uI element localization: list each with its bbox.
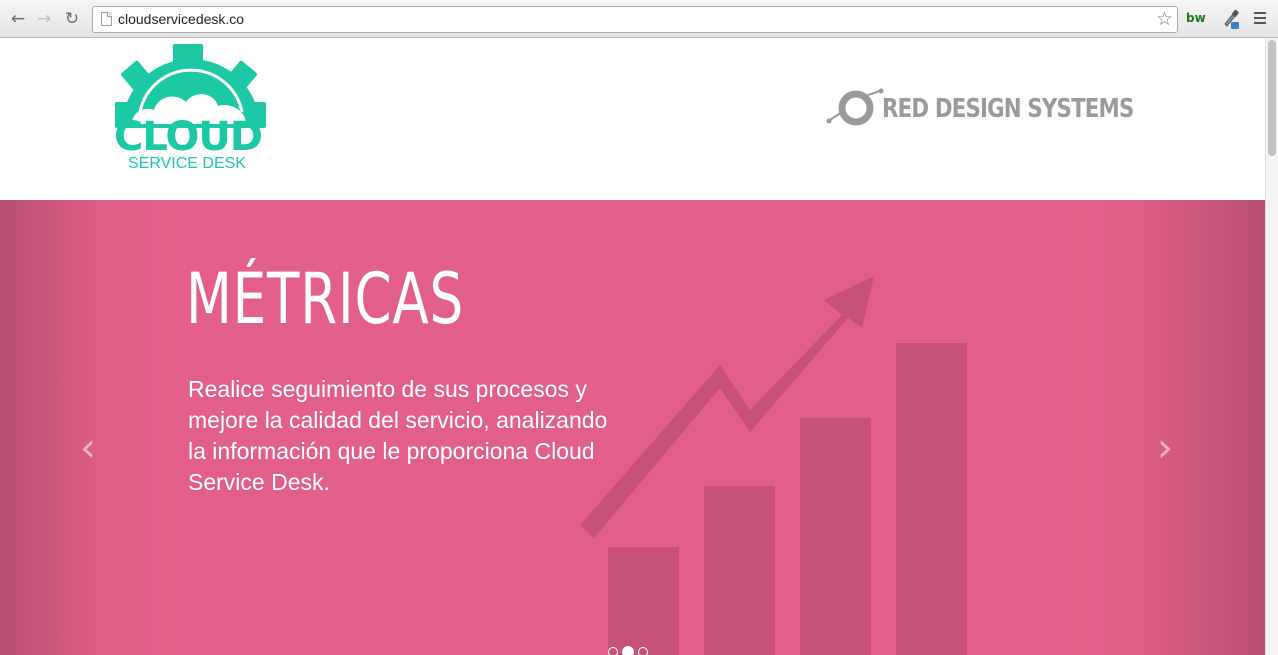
red-design-systems-logo-icon[interactable] — [826, 87, 884, 129]
slide-description: Realice seguimiento de sus procesos y me… — [188, 376, 608, 495]
browser-toolbar: ← → ↻ cloudservicedesk.co ☆ bw — [0, 0, 1278, 38]
reload-icon[interactable]: ↻ — [61, 8, 83, 30]
logo-subtitle: SERVICE DESK — [128, 155, 246, 172]
carousel-indicators — [608, 646, 648, 655]
scrollbar-thumb[interactable] — [1268, 40, 1276, 156]
site-header: CLOUD SERVICE DESK RED DESIGN SYSTEMS — [0, 38, 1265, 200]
slide-title: MÉTRICAS — [186, 258, 465, 340]
url-text[interactable]: cloudservicedesk.co — [118, 11, 244, 27]
growth-chart-illustration — [580, 276, 967, 655]
carousel-indicator-3[interactable] — [638, 647, 648, 655]
back-arrow-icon[interactable]: ← — [7, 8, 29, 30]
page-icon — [101, 12, 112, 26]
bookmark-star-icon[interactable]: ☆ — [1156, 8, 1173, 30]
extension-bw-icon[interactable]: bw — [1186, 11, 1206, 25]
page-scrollbar[interactable] — [1265, 38, 1278, 655]
partner-logo-text: RED DESIGN SYSTEMS — [882, 94, 1134, 124]
eyedropper-extension-icon[interactable] — [1222, 8, 1240, 30]
forward-arrow-icon[interactable]: → — [33, 8, 55, 30]
menu-icon[interactable] — [1254, 12, 1266, 24]
hero-carousel: MÉTRICAS Realice seguimiento de sus proc… — [0, 200, 1265, 655]
carousel-next-icon[interactable]: › — [1157, 428, 1173, 468]
carousel-prev-icon[interactable]: ‹ — [80, 428, 96, 468]
carousel-indicator-2[interactable] — [622, 646, 634, 655]
carousel-indicator-1[interactable] — [608, 647, 618, 655]
address-bar[interactable]: cloudservicedesk.co ☆ — [92, 6, 1178, 33]
logo-title: CLOUD — [114, 114, 263, 160]
